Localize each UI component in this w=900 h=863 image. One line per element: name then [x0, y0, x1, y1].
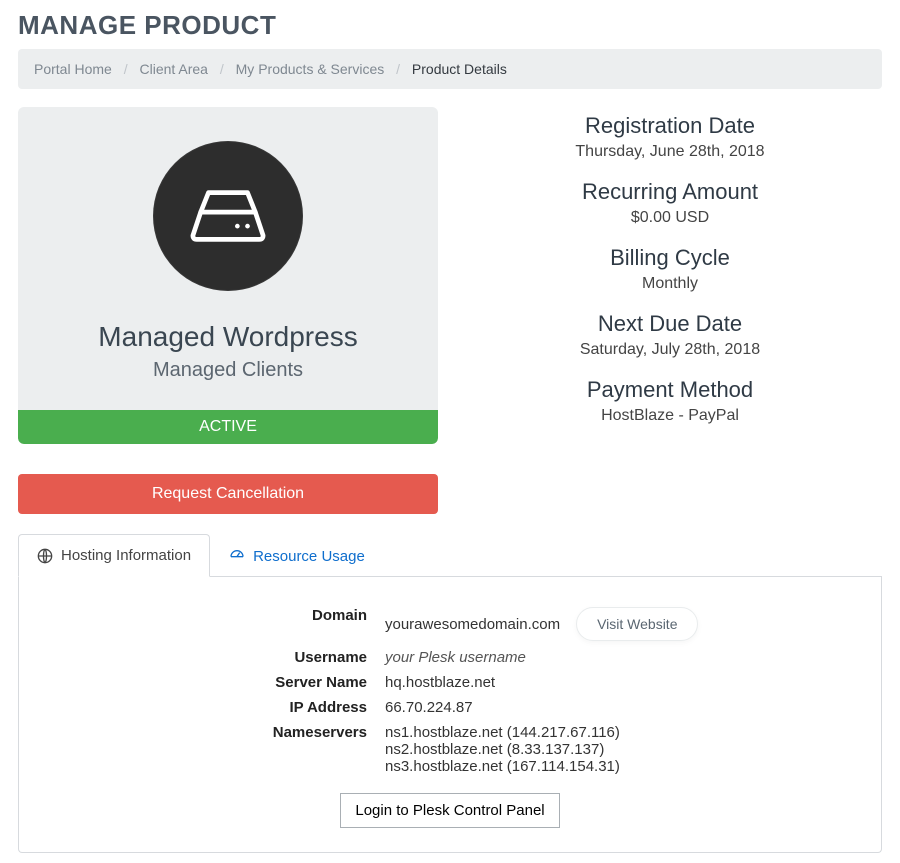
tab-resource-usage[interactable]: Resource Usage	[210, 534, 384, 577]
billing-cycle-value: Monthly	[458, 275, 882, 293]
breadcrumb: Portal Home / Client Area / My Products …	[18, 49, 882, 89]
globe-icon	[37, 548, 53, 564]
product-card: Managed Wordpress Managed Clients ACTIVE	[18, 107, 438, 444]
product-name: Managed Wordpress	[38, 321, 418, 353]
breadcrumb-my-products[interactable]: My Products & Services	[236, 61, 385, 77]
billing-cycle-label: Billing Cycle	[458, 245, 882, 271]
tab-hosting-label: Hosting Information	[61, 547, 191, 564]
username-label: Username	[47, 649, 367, 666]
page-title: MANAGE PRODUCT	[18, 10, 882, 41]
tabs: Hosting Information Resource Usage	[18, 534, 882, 577]
hosting-panel: Domain yourawesomedomain.com Visit Websi…	[18, 577, 882, 853]
breadcrumb-sep: /	[124, 61, 128, 77]
recurring-amount-label: Recurring Amount	[458, 179, 882, 205]
billing-details: Registration Date Thursday, June 28th, 2…	[458, 107, 882, 514]
nameserver-2: ns2.hostblaze.net (8.33.137.137)	[385, 741, 853, 758]
login-plesk-button[interactable]: Login to Plesk Control Panel	[340, 793, 559, 828]
hard-drive-icon	[153, 141, 303, 291]
registration-date-value: Thursday, June 28th, 2018	[458, 143, 882, 161]
next-due-date-label: Next Due Date	[458, 311, 882, 337]
ip-address-label: IP Address	[47, 699, 367, 716]
username-value: your Plesk username	[385, 649, 853, 666]
nameservers-label: Nameservers	[47, 724, 367, 741]
breadcrumb-sep: /	[220, 61, 224, 77]
dashboard-icon	[229, 548, 245, 564]
nameserver-3: ns3.hostblaze.net (167.114.154.31)	[385, 758, 853, 775]
breadcrumb-current: Product Details	[412, 61, 507, 77]
request-cancellation-button[interactable]: Request Cancellation	[18, 474, 438, 514]
breadcrumb-client-area[interactable]: Client Area	[139, 61, 207, 77]
next-due-date-value: Saturday, July 28th, 2018	[458, 341, 882, 359]
product-subtitle: Managed Clients	[38, 359, 418, 382]
nameserver-1: ns1.hostblaze.net (144.217.67.116)	[385, 724, 853, 741]
server-name-label: Server Name	[47, 674, 367, 691]
visit-website-button[interactable]: Visit Website	[576, 607, 698, 641]
tab-hosting-information[interactable]: Hosting Information	[18, 534, 210, 577]
domain-value: yourawesomedomain.com	[385, 616, 560, 633]
breadcrumb-portal-home[interactable]: Portal Home	[34, 61, 112, 77]
server-name-value: hq.hostblaze.net	[385, 674, 853, 691]
registration-date-label: Registration Date	[458, 113, 882, 139]
payment-method-label: Payment Method	[458, 377, 882, 403]
status-badge: ACTIVE	[18, 410, 438, 444]
ip-address-value: 66.70.224.87	[385, 699, 853, 716]
payment-method-value: HostBlaze - PayPal	[458, 407, 882, 425]
breadcrumb-sep: /	[396, 61, 400, 77]
tab-resource-label: Resource Usage	[253, 548, 365, 565]
recurring-amount-value: $0.00 USD	[458, 209, 882, 227]
domain-label: Domain	[47, 607, 367, 624]
nameservers-value: ns1.hostblaze.net (144.217.67.116) ns2.h…	[385, 724, 853, 775]
